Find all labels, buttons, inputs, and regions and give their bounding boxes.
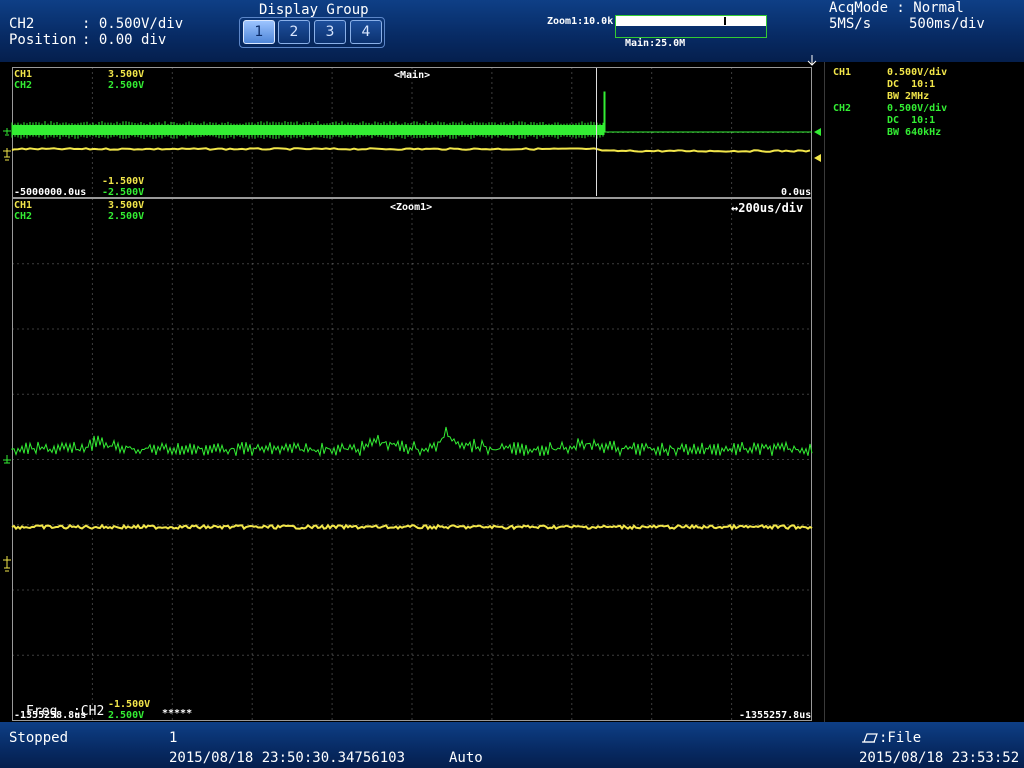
ch2-level-marker[interactable] xyxy=(814,128,821,136)
main-ch1-top: 3.500V xyxy=(108,69,145,80)
ch2-info-name[interactable]: CH2 xyxy=(833,103,851,114)
zoom-ch2-name: CH2 xyxy=(14,211,33,222)
zoom-ch2-trace xyxy=(11,426,813,458)
zoom-ch1-top: 3.500V xyxy=(108,200,145,211)
main-ch2-top: 2.500V xyxy=(108,80,145,91)
main-ch1-bottom: -1.500V xyxy=(102,176,145,187)
main-ch2-ground-icon xyxy=(3,128,11,136)
main-ch2-trace-band xyxy=(12,125,604,135)
waveform-display xyxy=(3,55,825,722)
zoom-ch2-top: 2.500V xyxy=(108,211,145,222)
clock: 2015/08/18 23:53:52 xyxy=(859,750,1020,766)
main-left-time: -5000000.0us xyxy=(14,187,87,198)
ch1-info-name[interactable]: CH1 xyxy=(833,67,851,78)
ch1-info-vdiv: 0.500V/div xyxy=(887,67,948,78)
freq-measure-label: Freq :CH2 xyxy=(26,704,105,719)
main-title: <Main> xyxy=(394,70,431,81)
freq-measure-value: ***** xyxy=(162,708,193,719)
zoom-ch1-trace xyxy=(11,523,813,531)
main-ch2-name: CH2 xyxy=(14,80,33,91)
ch1-level-marker[interactable] xyxy=(814,154,821,162)
trigger-position-icon[interactable] xyxy=(807,55,817,66)
acquisition-count: 1 xyxy=(169,730,178,746)
ch1-info-bw: BW 2MHz xyxy=(887,91,930,102)
run-status[interactable]: Stopped xyxy=(9,730,68,746)
ch2-info-coupling: DC 10:1 xyxy=(887,115,936,126)
zoom-ch2-ground-icon xyxy=(3,455,11,464)
zoom-timebase: ↔200us/div xyxy=(731,201,804,215)
trigger-mode[interactable]: Auto xyxy=(449,750,483,766)
zoom-ch2-bottom: 2.500V xyxy=(108,710,145,721)
zoom-title: <Zoom1> xyxy=(390,202,433,213)
ch2-info-bw: BW 640kHz xyxy=(887,127,942,138)
main-ch1-ground-icon xyxy=(3,148,11,161)
main-ch1-trace xyxy=(11,147,811,153)
main-ch2-trace-tail xyxy=(603,91,812,135)
zoom-ch1-name: CH1 xyxy=(14,200,33,211)
file-label[interactable]: :File xyxy=(879,730,921,746)
bottom-status-bar: Stopped 1 2015/08/18 23:50:30.34756103 A… xyxy=(0,722,1024,768)
zoom-right-time: -1355257.8us xyxy=(739,710,812,721)
ch2-info-vdiv: 0.500V/div xyxy=(887,103,948,114)
zoom-ch1-ground-icon xyxy=(3,556,11,572)
main-right-time: 0.0us xyxy=(781,187,812,198)
trigger-timestamp: 2015/08/18 23:50:30.34756103 xyxy=(169,750,406,766)
ch1-info-coupling: DC 10:1 xyxy=(887,79,936,90)
file-save-icon[interactable] xyxy=(862,731,878,743)
zoom-ch1-bottom: -1.500V xyxy=(108,699,151,710)
main-ch1-name: CH1 xyxy=(14,69,33,80)
main-ch2-bottom: -2.500V xyxy=(102,187,145,198)
